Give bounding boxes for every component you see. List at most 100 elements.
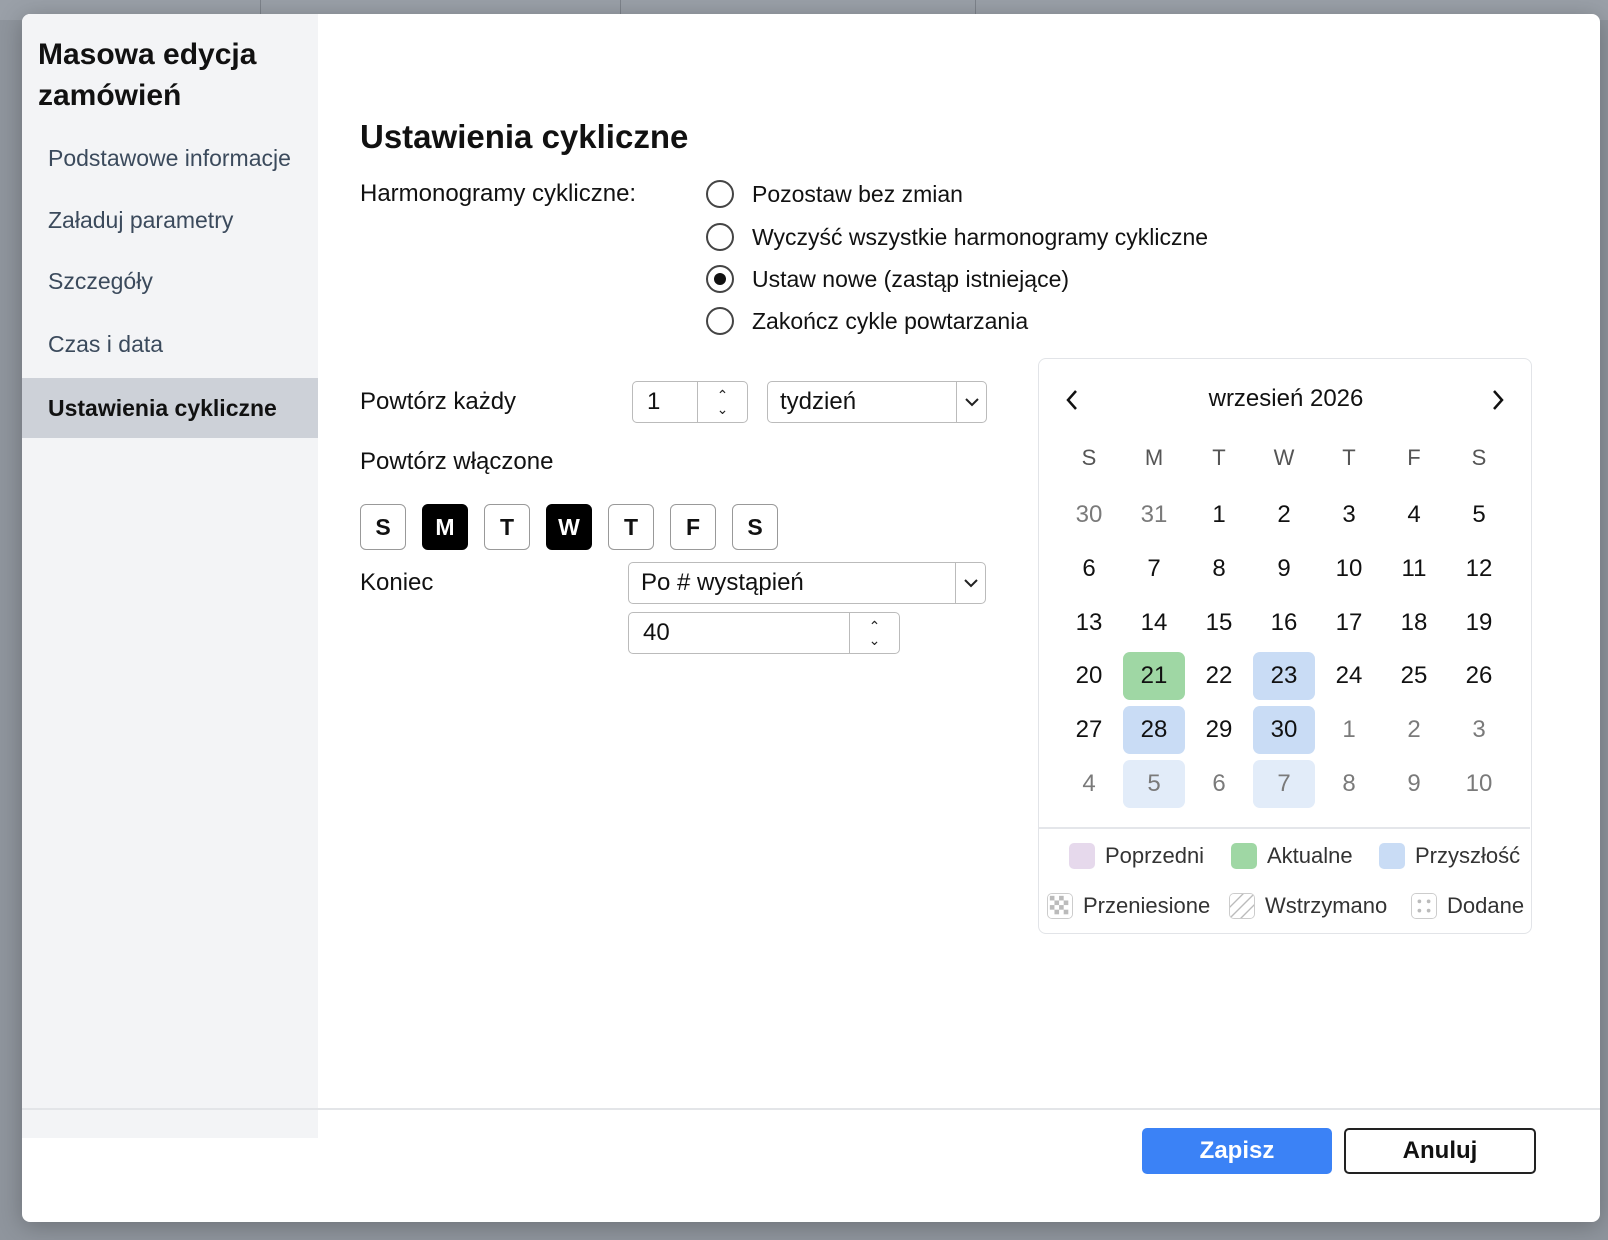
chevron-right-icon[interactable] <box>1483 385 1513 415</box>
stepper-down-icon[interactable]: ⌄ <box>869 633 881 647</box>
chevron-down-icon[interactable] <box>955 563 985 603</box>
weekday-header: W <box>1273 445 1295 470</box>
end-mode-select[interactable]: Po # wystąpień <box>628 562 986 604</box>
calendar-day[interactable]: 3 <box>1318 491 1380 539</box>
calendar-day[interactable]: 30 <box>1058 491 1120 539</box>
occurrences-value[interactable]: 40 <box>629 619 849 647</box>
calendar-day[interactable]: 19 <box>1448 599 1510 647</box>
radio-button[interactable] <box>706 180 734 208</box>
modal-title: Masowa edycja zamówień <box>38 38 257 112</box>
legend-added: Dodane <box>1411 893 1524 919</box>
calendar-day[interactable]: 9 <box>1383 760 1445 808</box>
radio-button[interactable] <box>706 307 734 335</box>
calendar-day[interactable]: 6 <box>1058 545 1120 593</box>
calendar-day[interactable]: 30 <box>1253 706 1315 754</box>
day-toggle-monday[interactable]: M <box>422 504 468 550</box>
day-toggle-sunday[interactable]: S <box>360 504 406 550</box>
calendar-day[interactable]: 9 <box>1253 545 1315 593</box>
stepper-arrows[interactable]: ⌃ ⌄ <box>697 382 747 422</box>
calendar-day[interactable]: 23 <box>1253 652 1315 700</box>
calendar-day[interactable]: 24 <box>1318 652 1380 700</box>
sidebar-item-basic-info[interactable]: Podstawowe informacje <box>22 128 318 188</box>
stepper-up-icon[interactable]: ⌃ <box>869 619 881 633</box>
calendar-day[interactable]: 5 <box>1123 760 1185 808</box>
radio-label: Pozostaw bez zmian <box>752 180 963 207</box>
radio-button[interactable] <box>706 223 734 251</box>
weekday-header: T <box>1212 445 1226 470</box>
calendar-day[interactable]: 26 <box>1448 652 1510 700</box>
legend-label: Przeniesione <box>1083 893 1211 918</box>
radio-clear-all[interactable]: Wyczyść wszystkie harmonogramy cykliczne <box>706 221 1208 253</box>
calendar-day[interactable]: 20 <box>1058 652 1120 700</box>
calendar-day[interactable]: 29 <box>1188 706 1250 754</box>
save-button[interactable]: Zapisz <box>1142 1128 1332 1174</box>
calendar-day[interactable]: 2 <box>1383 706 1445 754</box>
stepper-down-icon[interactable]: ⌄ <box>717 402 729 416</box>
calendar-day[interactable]: 8 <box>1318 760 1380 808</box>
calendar-day[interactable]: 3 <box>1448 706 1510 754</box>
radio-dot <box>714 273 726 285</box>
calendar-day[interactable]: 7 <box>1253 760 1315 808</box>
calendar-day[interactable]: 8 <box>1188 545 1250 593</box>
calendar-day[interactable]: 1 <box>1188 491 1250 539</box>
day-toggle-wednesday[interactable]: W <box>546 504 592 550</box>
calendar-day[interactable]: 2 <box>1253 491 1315 539</box>
sidebar-item-details[interactable]: Szczegóły <box>22 251 318 311</box>
dotted-pattern-icon <box>1411 893 1437 919</box>
calendar-day[interactable]: 16 <box>1253 599 1315 647</box>
stepper-up-icon[interactable]: ⌃ <box>717 388 729 402</box>
swatch-current <box>1231 843 1257 869</box>
calendar-day[interactable]: 25 <box>1383 652 1445 700</box>
day-toggle-friday[interactable]: F <box>670 504 716 550</box>
calendar-month-title: wrzesień 2026 <box>1208 385 1364 412</box>
calendar-day[interactable]: 11 <box>1383 545 1445 593</box>
calendar-day[interactable]: 18 <box>1383 599 1445 647</box>
radio-label: Wyczyść wszystkie harmonogramy cykliczne <box>752 223 1209 250</box>
calendar-day[interactable]: 5 <box>1448 491 1510 539</box>
calendar-day[interactable]: 14 <box>1123 599 1185 647</box>
hatched-pattern-icon <box>1229 893 1255 919</box>
day-toggle-saturday[interactable]: S <box>732 504 778 550</box>
calendar-preview: wrzesień 2026 SMTWTFS 30 31 1 2 3 4 5 6 7 8 9 10 11 1… <box>1038 358 1532 934</box>
radio-leave-unchanged[interactable]: Pozostaw bez zmian <box>706 178 963 210</box>
day-toggle-tuesday[interactable]: T <box>484 504 530 550</box>
calendar-day[interactable]: 28 <box>1123 706 1185 754</box>
sidebar: Masowa edycja zamówień Podstawowe inform… <box>22 14 318 1138</box>
calendar-day[interactable]: 13 <box>1058 599 1120 647</box>
sidebar-item-load-params[interactable]: Załaduj parametry <box>22 190 318 250</box>
swatch-future <box>1379 843 1405 869</box>
legend-previous: Poprzedni <box>1069 843 1204 869</box>
occurrences-stepper[interactable]: 40 ⌃ ⌄ <box>628 612 900 654</box>
calendar-day[interactable]: 4 <box>1383 491 1445 539</box>
calendar-day[interactable]: 22 <box>1188 652 1250 700</box>
calendar-day[interactable]: 10 <box>1448 760 1510 808</box>
radio-end-cycles[interactable]: Zakończ cykle powtarzania <box>706 305 1028 337</box>
calendar-day[interactable]: 10 <box>1318 545 1380 593</box>
end-label: Koniec <box>360 569 434 596</box>
repeat-every-value[interactable]: 1 <box>633 388 697 416</box>
calendar-day[interactable]: 15 <box>1188 599 1250 647</box>
sidebar-item-time-date[interactable]: Czas i data <box>22 314 318 374</box>
main-panel: Ustawienia cykliczne Harmonogramy cyklic… <box>318 14 1600 1138</box>
calendar-day[interactable]: 27 <box>1058 706 1120 754</box>
weekday-header: F <box>1407 445 1421 470</box>
radio-button-selected[interactable] <box>706 265 734 293</box>
weekday-header: M <box>1144 445 1164 470</box>
repeat-unit-select[interactable]: tydzień <box>767 381 987 423</box>
calendar-day[interactable]: 21 <box>1123 652 1185 700</box>
calendar-day[interactable]: 6 <box>1188 760 1250 808</box>
stepper-arrows[interactable]: ⌃ ⌄ <box>849 613 899 653</box>
radio-set-new[interactable]: Ustaw nowe (zastąp istniejące) <box>706 263 1069 295</box>
repeat-every-stepper[interactable]: 1 ⌃ ⌄ <box>632 381 748 423</box>
calendar-day[interactable]: 1 <box>1318 706 1380 754</box>
day-toggle-thursday[interactable]: T <box>608 504 654 550</box>
calendar-day[interactable]: 17 <box>1318 599 1380 647</box>
calendar-day[interactable]: 7 <box>1123 545 1185 593</box>
chevron-down-icon[interactable] <box>956 382 986 422</box>
calendar-day[interactable]: 31 <box>1123 491 1185 539</box>
calendar-day[interactable]: 12 <box>1448 545 1510 593</box>
cancel-button[interactable]: Anuluj <box>1344 1128 1536 1174</box>
sidebar-item-cyclic-settings[interactable]: Ustawienia cykliczne <box>22 378 318 438</box>
cyclic-schedules-label: Harmonogramy cykliczne: <box>360 180 637 207</box>
calendar-day[interactable]: 4 <box>1058 760 1120 808</box>
